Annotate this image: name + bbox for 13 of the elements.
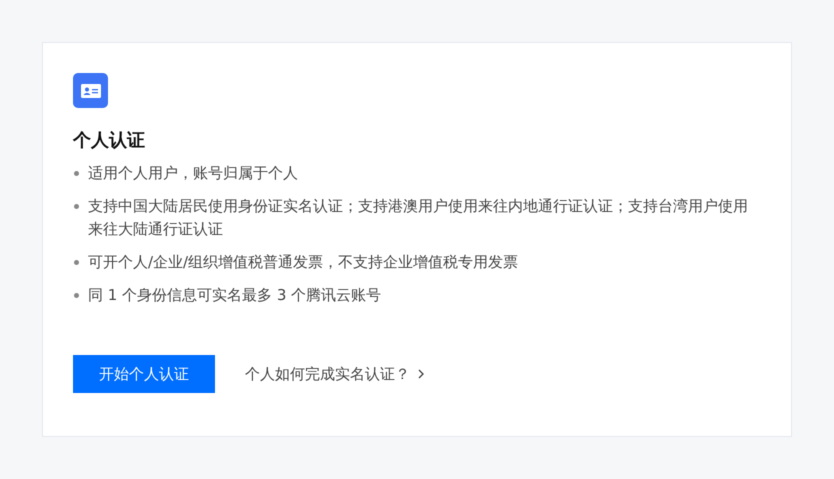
start-verification-button[interactable]: 开始个人认证 [73, 355, 215, 393]
bullet-icon [74, 204, 79, 209]
feature-text: 可开个人/企业/组织增值税普通发票，不支持企业增值税专用发票 [88, 252, 518, 273]
chevron-right-icon[interactable] [418, 369, 424, 379]
help-link[interactable]: 个人如何完成实名认证？ [245, 364, 410, 384]
id-card-icon [73, 73, 108, 108]
bullet-icon [74, 171, 79, 176]
bullet-icon [74, 293, 79, 298]
bullet-icon [74, 260, 79, 265]
card-title: 个人认证 [73, 129, 146, 153]
feature-text: 同 1 个身份信息可实名最多 3 个腾讯云账号 [88, 285, 382, 306]
feature-text: 适用个人用户，账号归属于个人 [88, 163, 298, 184]
feature-text: 支持中国大陆居民使用身份证实名认证；支持港澳用户使用来往内地通行证认证；支持台湾用户使用来往大陆通行证认证 [88, 196, 749, 240]
